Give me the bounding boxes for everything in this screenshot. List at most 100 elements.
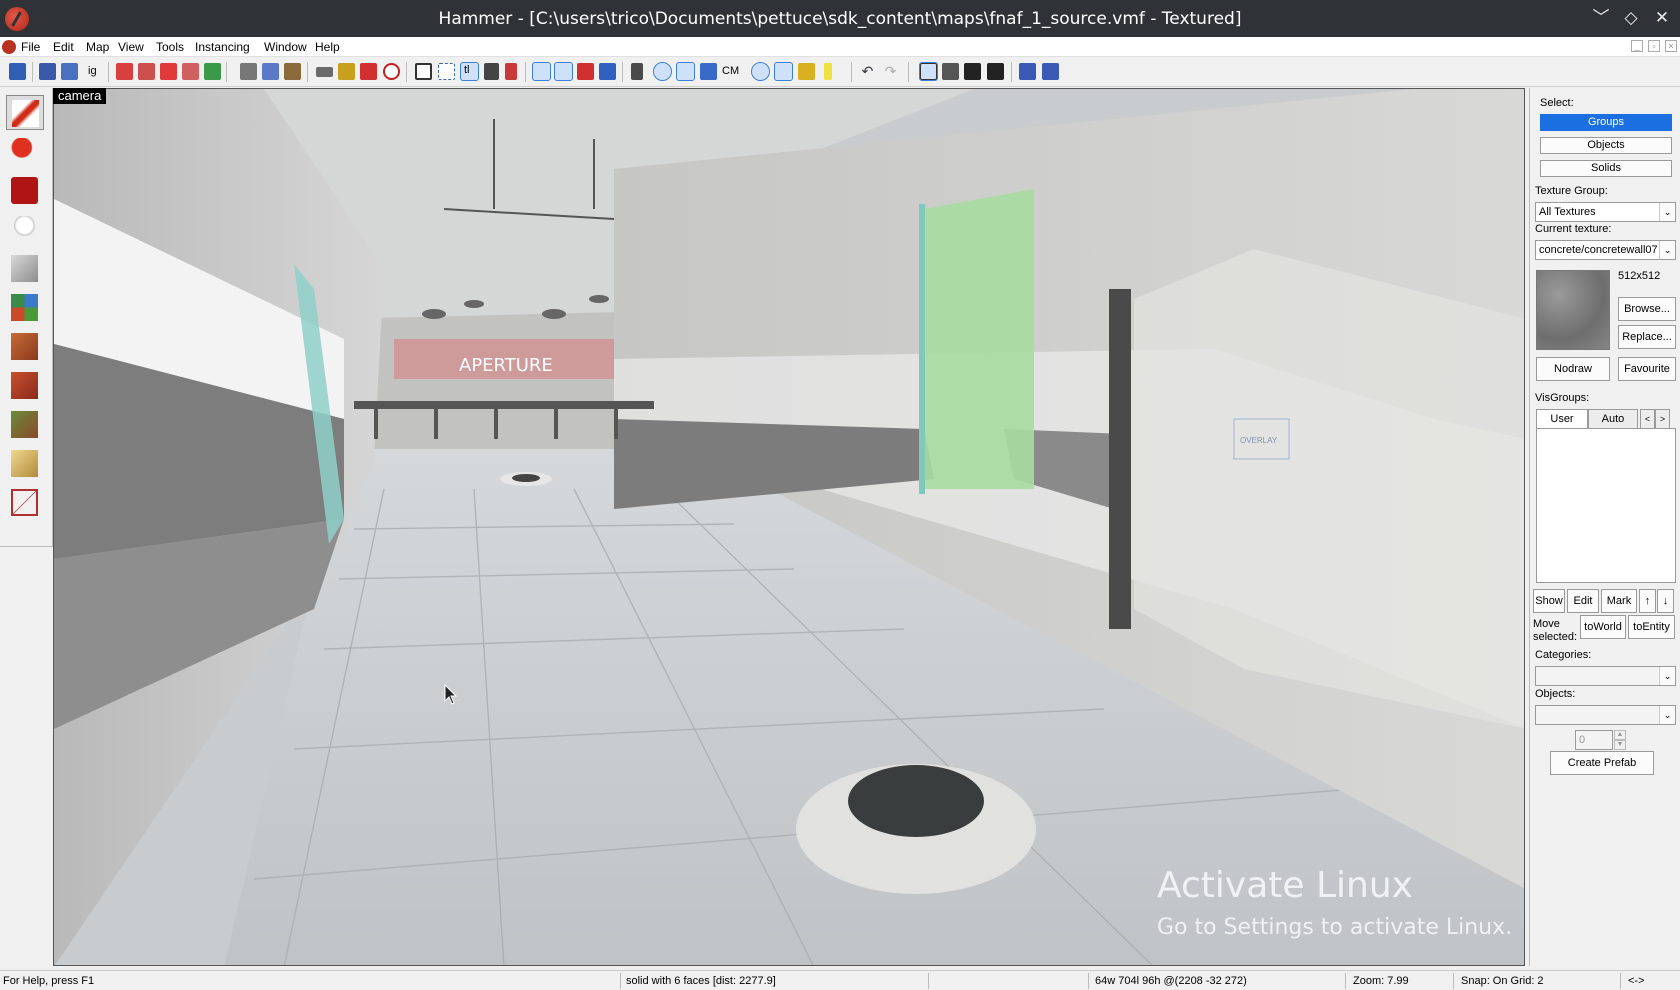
smaller-grid-icon[interactable] [964,63,981,80]
object-count-field[interactable]: 0 [1575,730,1613,750]
menu-window[interactable]: Window [264,40,307,54]
redo-icon[interactable]: ↷ [882,63,899,80]
menu-file[interactable]: File [21,40,40,54]
ignore-groups-toggle[interactable]: ig [88,65,97,77]
toggle-scaling-lock-icon[interactable] [554,62,573,81]
favourite-button[interactable]: Favourite [1618,357,1676,381]
menu-edit[interactable]: Edit [53,40,74,54]
overlay-icon [11,411,38,438]
edit-button[interactable]: Edit [1567,589,1599,613]
menu-help[interactable]: Help [315,40,340,54]
tab-scroll-left-icon[interactable]: < [1640,409,1655,429]
mark-button[interactable]: Mark [1601,589,1637,613]
menu-view[interactable]: View [118,40,144,54]
carve-icon[interactable] [316,67,333,77]
overlay-tool-button[interactable] [6,407,44,442]
align-icon[interactable] [1042,63,1059,80]
current-texture-select[interactable]: concrete/concretewall07 ⌄ [1535,240,1676,260]
undo-icon[interactable]: ↶ [859,63,876,80]
cut-icon[interactable] [240,63,257,80]
replace-button[interactable]: Replace... [1618,325,1676,349]
select-objects-button[interactable]: Objects [1540,137,1672,154]
toggle-3d-grid-icon[interactable] [942,63,959,80]
vertex-tool-button[interactable] [6,485,44,520]
entity-report-icon[interactable] [383,63,400,80]
texture-tool-button[interactable] [6,290,44,325]
level-render: APERTURE OVERLAY [54,89,1524,965]
sphere-icon[interactable] [653,62,672,81]
selection-tool-button[interactable] [6,95,44,130]
make-hollow-icon[interactable] [338,63,355,80]
minimize-button[interactable]: ﹀ [1590,7,1612,29]
select-groups-button[interactable]: Groups [1540,114,1672,131]
apply-texture-tool-button[interactable] [6,329,44,364]
decal-tool-button[interactable] [6,368,44,403]
to-entity-button[interactable]: toEntity [1628,615,1675,639]
block-tool-button[interactable] [6,251,44,286]
grid-icon[interactable] [676,62,695,81]
camera-viewport[interactable]: APERTURE OVERLAY [53,88,1525,966]
flip-horizontal-icon[interactable] [484,63,499,80]
camera-tool-button[interactable] [6,173,44,208]
flip-vertical-icon[interactable] [505,63,517,80]
paste-icon[interactable] [284,63,301,80]
hide-selected-icon[interactable] [116,63,133,80]
tl-toggle[interactable]: tl [460,62,479,81]
run-map-icon[interactable] [9,63,26,80]
show-all-icon[interactable] [160,63,177,80]
move-down-icon[interactable]: ↓ [1657,589,1674,613]
menu-tools[interactable]: Tools [156,40,184,54]
toggle-helpers-icon[interactable] [599,63,616,80]
visgroup-icon[interactable] [182,63,199,80]
chevron-down-icon: ⌄ [1659,203,1675,221]
select-area-icon[interactable] [438,63,455,80]
tab-auto[interactable]: Auto [1588,409,1638,429]
nodraw-button[interactable]: Nodraw [1536,357,1610,381]
browse-button[interactable]: Browse... [1618,297,1676,321]
hollow-icon[interactable] [1019,63,1036,80]
texture-group-select[interactable]: All Textures ⌄ [1535,202,1676,222]
magnify-tool-button[interactable] [6,134,44,169]
spin-up-icon[interactable]: ▲ [1614,730,1626,740]
move-up-icon[interactable]: ↑ [1639,589,1656,613]
menu-instancing[interactable]: Instancing [195,40,250,54]
toggle-auto-selection-icon[interactable] [577,63,594,80]
tab-scroll-right-icon[interactable]: > [1655,409,1670,429]
toggle-texture-lock-icon[interactable] [532,62,551,81]
visgroup-list[interactable] [1536,428,1676,583]
select-solids-button[interactable]: Solids [1540,160,1672,177]
copy-icon[interactable] [262,63,279,80]
objects-select[interactable]: ⌄ [1535,705,1676,725]
close-button[interactable]: ✕ [1651,7,1673,29]
group-icon[interactable] [39,63,56,80]
larger-grid-icon[interactable] [987,63,1004,80]
check-problems-icon[interactable] [204,63,221,80]
mdi-close-icon[interactable]: × [1665,40,1677,52]
spin-down-icon[interactable]: ▼ [1614,740,1626,750]
light-icon[interactable] [824,63,832,80]
tab-user[interactable]: User [1536,409,1588,429]
hide-unselected-icon[interactable] [138,63,155,80]
entity-tool-button[interactable] [6,212,44,247]
maximize-button[interactable]: ◇ [1620,7,1642,29]
categories-select[interactable]: ⌄ [1535,666,1676,686]
clipping-tool-button[interactable] [6,446,44,481]
prefab-icon[interactable] [798,63,815,80]
mdi-minimize-icon[interactable]: _ [1631,40,1643,52]
create-prefab-button[interactable]: Create Prefab [1550,751,1654,775]
models-in-2d-icon[interactable] [631,63,643,80]
show-button[interactable]: Show [1533,589,1565,613]
to-world-button[interactable]: toWorld [1580,615,1626,639]
toggle-grid-icon[interactable] [919,62,938,81]
menu-map[interactable]: Map [86,40,109,54]
mdi-restore-icon[interactable]: ▫ [1648,40,1660,52]
aperture-banner-text: APERTURE [459,355,553,376]
ungroup-icon[interactable] [61,63,78,80]
lighting-preview-icon[interactable] [751,62,770,81]
cubemap-toggle[interactable]: CM [722,65,739,77]
draw-icon[interactable] [774,62,793,81]
texture-lock-icon[interactable] [360,63,377,80]
selection-box-icon[interactable] [415,63,432,80]
cubes-icon[interactable] [700,63,717,80]
document-icon[interactable] [2,40,16,54]
